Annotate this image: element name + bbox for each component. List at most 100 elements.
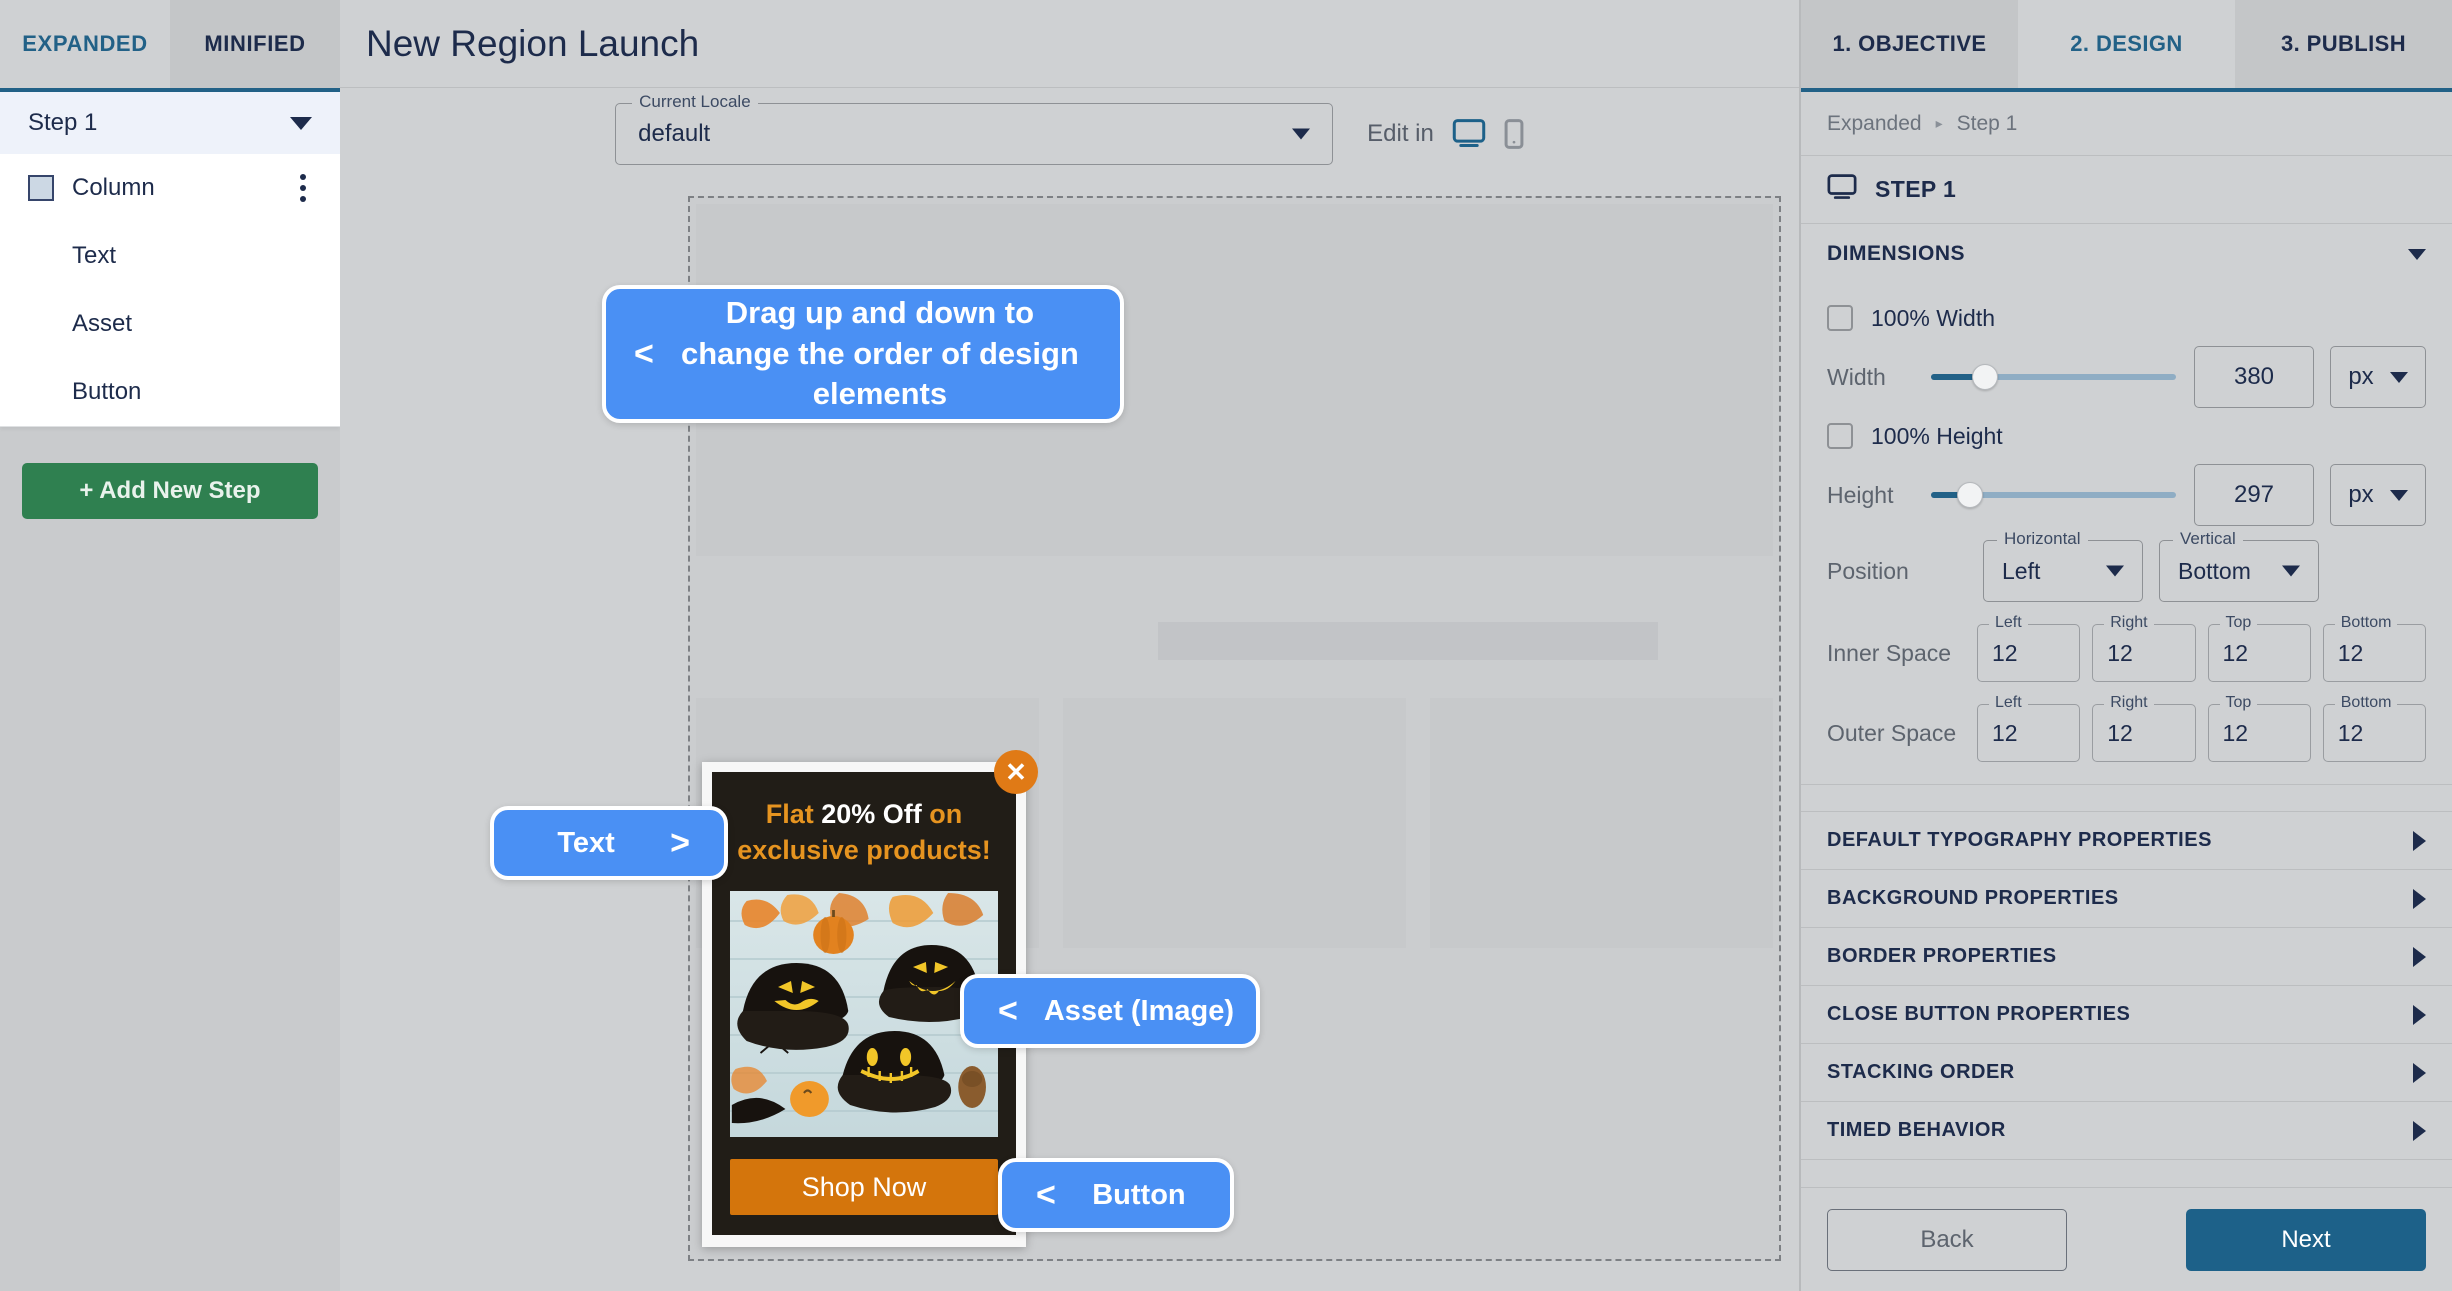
outer-space-bottom-value: 12: [2337, 719, 2364, 746]
page-title-bar: New Region Launch: [340, 0, 1799, 88]
height-slider[interactable]: [1931, 482, 2176, 508]
chevron-right-icon[interactable]: [2413, 888, 2426, 909]
current-locale-select[interactable]: Current Locale default: [615, 92, 1334, 165]
tab-publish[interactable]: 3. PUBLISH: [2235, 0, 2452, 88]
step-element-list: Step 1 Column Text Asset Button: [0, 92, 340, 427]
page-title: New Region Launch: [366, 22, 700, 64]
accordion-title: STACKING ORDER: [1827, 1061, 2015, 1083]
canvas-strip-placeholder: [1158, 622, 1658, 660]
panel-spacer: [1801, 1160, 2452, 1187]
inner-space-top-input[interactable]: Top 12: [2207, 614, 2311, 682]
accordion-close-button-properties[interactable]: CLOSE BUTTON PROPERTIES: [1801, 986, 2452, 1044]
breadcrumb-root[interactable]: Expanded: [1827, 112, 1922, 136]
edit-in-label: Edit in: [1367, 120, 1434, 147]
full-width-checkbox[interactable]: [1827, 305, 1853, 331]
chevron-down-icon: [2282, 565, 2300, 577]
width-input[interactable]: 380: [2194, 346, 2314, 408]
chevron-right-icon[interactable]: [2413, 1120, 2426, 1141]
accordion-timed-behavior[interactable]: TIMED BEHAVIOR: [1801, 1102, 2452, 1160]
wizard-footer: Back Next: [1801, 1187, 2452, 1291]
chevron-down-icon[interactable]: [1292, 128, 1311, 140]
outer-space-fields: Left 12 Right 12 Top 12 Bottom 12: [1977, 694, 2426, 762]
position-horizontal-select[interactable]: Horizontal Left: [1983, 529, 2143, 602]
right-properties-panel: 1. OBJECTIVE 2. DESIGN 3. PUBLISH Expand…: [1800, 0, 2452, 1291]
canvas-column-placeholder: [1063, 698, 1406, 948]
popup-headline-part-1: Flat: [765, 798, 822, 829]
back-button[interactable]: Back: [1827, 1208, 2067, 1271]
app-root: EXPANDED MINIFIED Step 1 Column Text Ass…: [0, 0, 2452, 1291]
height-input[interactable]: 297: [2194, 464, 2314, 526]
inner-space-fields: Left 12 Right 12 Top 12 Bottom 12: [1977, 614, 2426, 682]
width-slider-knob[interactable]: [1971, 364, 1998, 390]
list-item-asset[interactable]: Asset: [0, 290, 340, 358]
width-unit-value: px: [2348, 363, 2374, 390]
add-new-step-button[interactable]: + Add New Step: [22, 463, 318, 519]
canvas-toolbar: Current Locale default Edit in: [340, 88, 1799, 180]
step-group-header[interactable]: Step 1: [0, 92, 340, 154]
current-locale-legend: Current Locale: [632, 92, 758, 112]
position-vertical-value: Bottom: [2178, 557, 2251, 584]
chevron-right-icon[interactable]: [2413, 830, 2426, 851]
tab-expanded[interactable]: EXPANDED: [0, 0, 170, 88]
step-group-label: Step 1: [28, 109, 98, 136]
height-slider-knob[interactable]: [1957, 482, 1984, 508]
accordion-default-typography-properties[interactable]: DEFAULT TYPOGRAPHY PROPERTIES: [1801, 812, 2452, 870]
chevron-left-icon: <: [634, 335, 654, 373]
list-item-button[interactable]: Button: [0, 358, 340, 426]
outer-space-bottom-input[interactable]: Bottom 12: [2322, 694, 2426, 762]
chevron-down-icon: [2106, 565, 2124, 577]
chevron-down-icon[interactable]: [290, 116, 312, 130]
position-row: Position Horizontal Left Vertical Bottom: [1827, 529, 2426, 602]
callout-button-element: < Button: [998, 1158, 1234, 1232]
desktop-monitor-icon[interactable]: [1452, 119, 1486, 149]
list-item-text[interactable]: Text: [0, 222, 340, 290]
inner-space-top-legend: Top: [2219, 614, 2258, 632]
inner-space-right-input[interactable]: Right 12: [2092, 614, 2196, 682]
accordion-border-properties[interactable]: BORDER PROPERTIES: [1801, 928, 2452, 986]
inner-space-bottom-value: 12: [2337, 639, 2364, 666]
left-sidebar-tabs: EXPANDED MINIFIED: [0, 0, 340, 88]
inner-space-left-input[interactable]: Left 12: [1977, 614, 2081, 682]
accordion-stacking-order[interactable]: STACKING ORDER: [1801, 1044, 2452, 1102]
tab-minified[interactable]: MINIFIED: [170, 0, 340, 88]
tab-objective[interactable]: 1. OBJECTIVE: [1801, 0, 2018, 88]
full-height-checkbox[interactable]: [1827, 423, 1853, 449]
position-horizontal-value: Left: [2002, 557, 2041, 584]
more-options-icon[interactable]: [294, 168, 312, 208]
close-x-icon[interactable]: ✕: [994, 749, 1038, 794]
column-swatch-icon: [28, 175, 54, 201]
mobile-phone-icon[interactable]: [1504, 119, 1524, 149]
width-unit-select[interactable]: px: [2330, 346, 2426, 408]
canvas-column-placeholder: [1430, 698, 1773, 948]
chevron-right-icon[interactable]: [2413, 1004, 2426, 1025]
step-header-label: STEP 1: [1875, 176, 1957, 202]
callout-asset-element: < Asset (Image): [960, 974, 1260, 1048]
tab-design[interactable]: 2. DESIGN: [2018, 0, 2235, 88]
dimensions-body: 100% Width Width 380 px 100% Height Heig…: [1801, 284, 2452, 762]
height-row: Height 297 px: [1827, 464, 2426, 526]
shop-now-button[interactable]: Shop Now: [730, 1159, 998, 1215]
width-slider[interactable]: [1931, 364, 2176, 390]
outer-space-top-input[interactable]: Top 12: [2207, 694, 2311, 762]
outer-space-right-input[interactable]: Right 12: [2092, 694, 2196, 762]
height-unit-select[interactable]: px: [2330, 464, 2426, 526]
list-item-column[interactable]: Column: [0, 154, 340, 222]
height-unit-value: px: [2348, 481, 2374, 508]
outer-space-right-value: 12: [2107, 719, 2133, 746]
full-width-label: 100% Width: [1871, 304, 1996, 331]
popup-headline: Flat 20% Off on exclusive products!: [730, 796, 998, 869]
popup-headline-part-2: 20% Off: [821, 798, 930, 829]
next-button[interactable]: Next: [2186, 1208, 2426, 1271]
dimensions-section-header[interactable]: DIMENSIONS: [1801, 224, 2452, 284]
accordion-title: TIMED BEHAVIOR: [1827, 1119, 2006, 1141]
chevron-left-icon: <: [1036, 1176, 1056, 1214]
inner-space-bottom-input[interactable]: Bottom 12: [2322, 614, 2426, 682]
chevron-right-icon[interactable]: [2413, 1062, 2426, 1083]
accordion-background-properties[interactable]: BACKGROUND PROPERTIES: [1801, 870, 2452, 928]
chevron-right-icon[interactable]: [2413, 946, 2426, 967]
position-vertical-select[interactable]: Vertical Bottom: [2159, 529, 2319, 602]
chevron-down-icon[interactable]: [2408, 248, 2426, 260]
callout-drag-order: < Drag up and down to change the order o…: [602, 285, 1124, 423]
outer-space-left-input[interactable]: Left 12: [1977, 694, 2081, 762]
left-sidebar: EXPANDED MINIFIED Step 1 Column Text Ass…: [0, 0, 340, 1291]
